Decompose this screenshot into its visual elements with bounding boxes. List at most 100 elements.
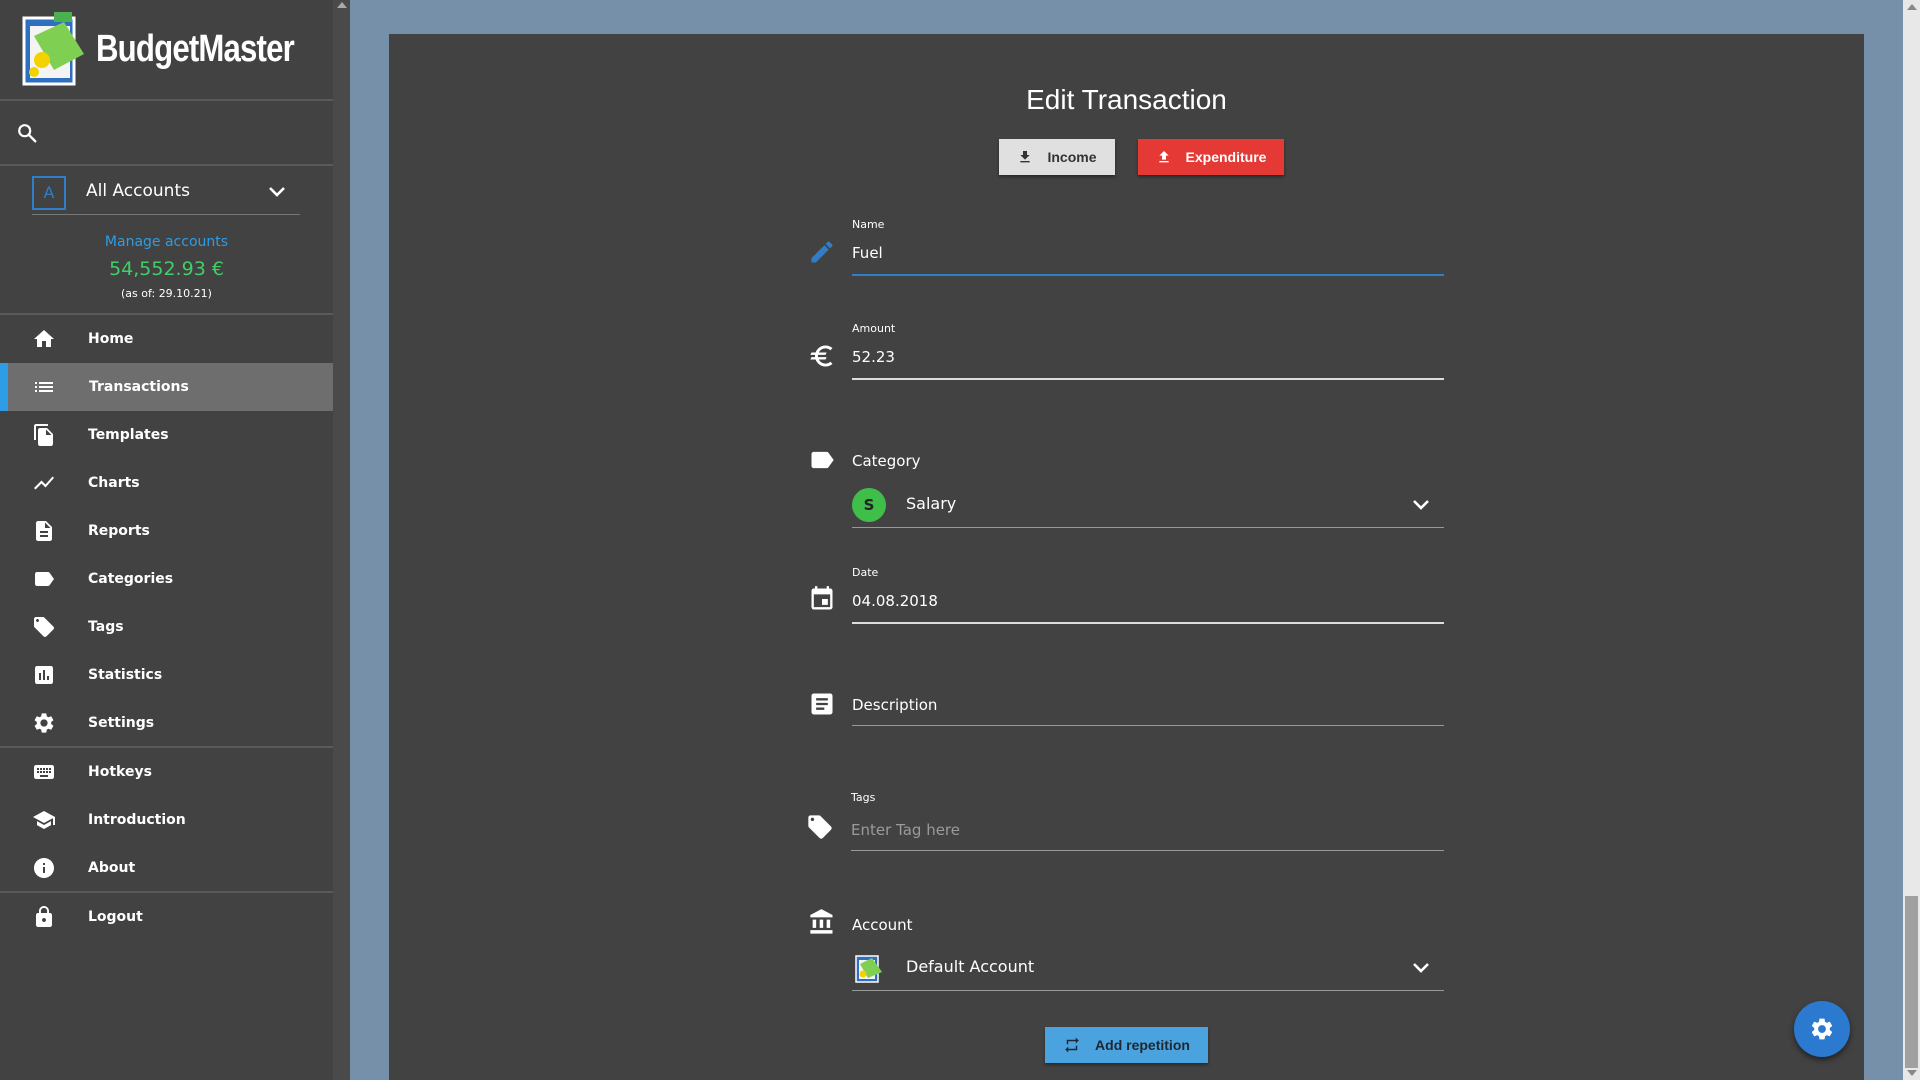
amount-label: Amount [852,322,896,335]
page-title: Edit Transaction [1026,84,1227,115]
nav-item-label: About [88,860,136,876]
brand-name: BudgetMaster [96,28,295,70]
expenditure-button-label: Expenditure [1185,149,1267,165]
file-copy-icon [34,424,53,446]
category-select-underline [852,527,1444,528]
edit-transaction-card [389,34,1864,1080]
keyboard-icon [34,765,54,779]
sidebar: BudgetMaster A All Accounts Manage accou… [0,0,333,1080]
manage-accounts-link[interactable]: Manage accounts [0,234,333,250]
nav-item-label: Transactions [89,379,189,395]
account-label: Account [852,916,913,934]
nav-item-hotkeys[interactable]: Hotkeys [0,748,333,796]
name-label: Name [852,218,885,231]
bank-icon [810,909,833,934]
account-select-underline [32,214,300,215]
scroll-up-arrow-icon[interactable] [337,2,347,8]
balance-date: (as of: 29.10.21) [121,287,212,300]
edit-pencil-icon [811,241,833,263]
income-button-label: Income [1047,149,1097,165]
settings-fab-button[interactable] [1794,1001,1850,1057]
account-balance: 54,552.93 € [109,258,224,280]
home-icon [34,330,54,347]
date-input[interactable]: 04.08.2018 [852,592,938,610]
trending-line-icon [34,476,54,490]
name-input-underline [852,274,1444,276]
nav-item-label: Categories [88,571,174,587]
nav-item-transactions[interactable]: Transactions [0,363,333,411]
tags-input[interactable]: Enter Tag here [851,821,960,839]
description-input[interactable]: Description [852,696,937,714]
account-logo-icon [855,955,882,983]
lock-icon [36,906,52,927]
repeat-icon [1065,1037,1079,1053]
nav-item-label: Templates [88,427,169,443]
date-input-underline [852,622,1444,624]
nav-item-about[interactable]: About [0,844,333,892]
gear-icon [34,713,54,733]
scroll-up-arrow-icon[interactable] [1907,4,1917,10]
account-badge: A [32,176,66,210]
nav-item-templates[interactable]: Templates [0,411,333,459]
nav-item-label: Tags [88,619,124,635]
divider [0,99,333,101]
tag-icon [34,617,54,637]
category-badge: S [852,488,886,522]
nav-item-label: Reports [88,523,150,539]
nav-item-logout[interactable]: Logout [0,893,333,941]
nav-item-label: Settings [88,715,155,731]
nav-item-statistics[interactable]: Statistics [0,651,333,699]
label-icon [811,451,834,469]
account-select-underline [852,990,1444,991]
divider [0,164,333,166]
budgetmaster-logo [22,12,84,86]
chevron-down-icon [269,187,285,197]
name-input[interactable]: Fuel [852,244,883,262]
nav-item-charts[interactable]: Charts [0,459,333,507]
nav-item-label: Charts [88,475,140,491]
tag-icon [808,815,832,839]
search-icon[interactable] [16,122,38,144]
page-scrollbar[interactable] [1903,0,1920,1080]
gear-icon [1811,1018,1833,1040]
scroll-down-arrow-icon[interactable] [1907,1070,1917,1076]
info-icon [34,858,54,878]
school-icon [33,811,55,829]
chevron-down-icon [1413,500,1429,510]
account-select-value: Default Account [906,957,1035,976]
account-select-value: All Accounts [86,181,190,201]
tags-label: Tags [851,791,876,804]
nav-item-label: Hotkeys [88,764,152,780]
nav-item-label: Home [88,331,134,347]
download-icon [1020,151,1031,163]
category-label: Category [852,452,921,470]
nav-item-reports[interactable]: Reports [0,507,333,555]
nav-item-categories[interactable]: Categories [0,555,333,603]
amount-input-underline [852,378,1444,380]
description-icon [36,521,52,541]
sidebar-scrollbar[interactable] [333,0,350,1080]
description-input-underline [852,725,1444,726]
nav-item-home[interactable]: Home [0,315,333,363]
add-repetition-label: Add repetition [1095,1037,1190,1053]
nav-item-settings[interactable]: Settings [0,699,333,747]
scrollbar-thumb[interactable] [1905,896,1918,1068]
nav-item-introduction[interactable]: Introduction [0,796,333,844]
chevron-down-icon [1413,963,1429,973]
list-icon [35,382,53,392]
calendar-icon [811,586,833,610]
nav-item-label: Logout [88,909,143,925]
bar-chart-icon [35,666,53,684]
notes-icon [811,693,833,715]
tags-input-underline [851,850,1444,851]
label-icon [35,572,54,586]
add-repetition-button[interactable]: Add repetition [1045,1027,1208,1063]
nav-item-tags[interactable]: Tags [0,603,333,651]
expenditure-button[interactable]: Expenditure [1138,139,1284,175]
nav-item-label: Statistics [88,667,163,683]
income-button[interactable]: Income [999,139,1115,175]
amount-input[interactable]: 52.23 [852,348,895,366]
nav-item-label: Introduction [88,812,186,828]
category-select-value: Salary [906,494,957,513]
euro-icon [810,345,833,367]
